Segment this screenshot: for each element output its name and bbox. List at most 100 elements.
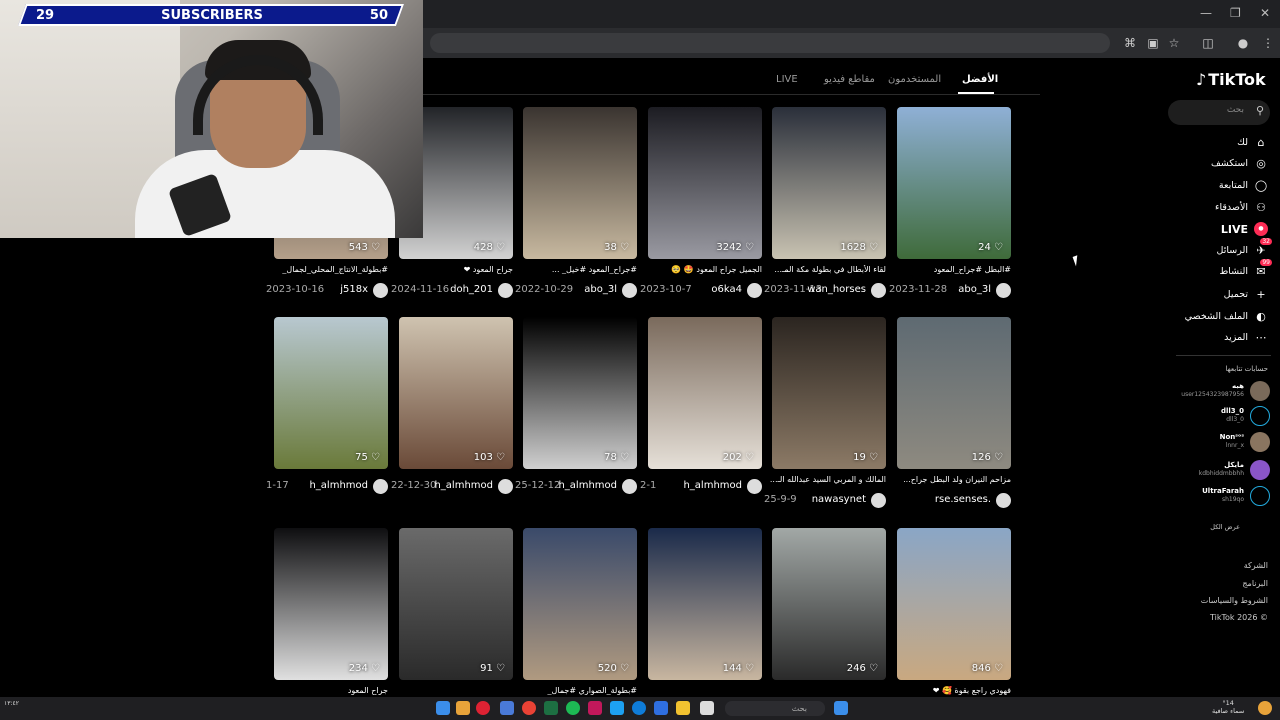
video-caption[interactable]: #جراح_المعود #خيل_ ... [519, 265, 637, 274]
minimize-icon[interactable]: — [1200, 6, 1212, 20]
video-thumbnail[interactable]: 126 ♡ [897, 317, 1011, 469]
tab-live[interactable]: LIVE [776, 74, 798, 85]
video-thumbnail[interactable]: 91 ♡ [399, 528, 513, 680]
video-author[interactable]: o6ka4 [711, 284, 742, 295]
tab-videos[interactable]: مقاطع فيديو [824, 74, 875, 85]
video-author[interactable]: nawasynet [812, 494, 866, 505]
video-author[interactable]: h_almhmod [434, 480, 493, 491]
show-all-link[interactable]: عرض الكل [1210, 523, 1240, 531]
footer-program[interactable]: البرنامج [1242, 579, 1268, 588]
taskbar-spotify-icon[interactable] [566, 701, 580, 715]
video-thumbnail[interactable]: 38 ♡ [523, 107, 637, 259]
avatar[interactable] [996, 283, 1011, 298]
sidebar-item-messages[interactable]: الرسائل ✈ 32 [1170, 238, 1272, 261]
sidebar-item-more[interactable]: المزيد ⋯ [1170, 330, 1270, 348]
restore-icon[interactable]: ❐ [1230, 6, 1241, 20]
video-caption[interactable]: مزاحم النيران ولد البطل جراح... [893, 475, 1011, 484]
weather-widget[interactable]: °14 سماء صافية [1212, 699, 1244, 715]
avatar[interactable] [871, 493, 886, 508]
following-account[interactable]: مايكل kdbhiddmbbhh [1152, 459, 1272, 481]
address-bar[interactable] [430, 33, 1110, 53]
video-author[interactable]: h_almhmod [558, 480, 617, 491]
video-caption[interactable]: #البطل #جراح_المعود [893, 265, 1011, 274]
video-thumbnail[interactable]: 3242 ♡ [648, 107, 762, 259]
sidebar-item-upload[interactable]: تحميل + [1170, 287, 1270, 305]
avatar[interactable] [373, 479, 388, 494]
avatar[interactable] [996, 493, 1011, 508]
sidebar-item-following[interactable]: المتابعة ◯ [1170, 178, 1270, 196]
video-caption[interactable]: المالك و المربي السيد عبدالله الـ... [768, 475, 886, 484]
video-caption[interactable]: #بطولة_الانتاج_المحلي_لجمال_ [270, 265, 388, 274]
taskbar-start-icon[interactable] [436, 701, 450, 715]
video-author[interactable]: abo_3l [958, 284, 991, 295]
video-thumbnail[interactable]: 78 ♡ [523, 317, 637, 469]
following-account[interactable]: dll3_0 dll3_0 [1152, 405, 1272, 427]
video-thumbnail[interactable]: 75 ♡ [274, 317, 388, 469]
taskbar-app-icon[interactable] [476, 701, 490, 715]
avatar[interactable] [747, 283, 762, 298]
taskbar-app-icon[interactable] [610, 701, 624, 715]
close-icon[interactable]: ✕ [1260, 6, 1270, 20]
avatar[interactable] [622, 283, 637, 298]
following-account[interactable]: هبه user1254323987956 [1152, 380, 1272, 402]
profile-avatar-icon[interactable]: ● [1235, 35, 1251, 51]
taskbar-app-icon[interactable] [456, 701, 470, 715]
taskbar-app-icon[interactable] [588, 701, 602, 715]
search-icon[interactable]: ⚲ [1256, 104, 1264, 117]
avatar[interactable] [498, 479, 513, 494]
video-thumbnail[interactable]: 520 ♡ [523, 528, 637, 680]
video-author[interactable]: wan_horses [807, 284, 866, 295]
sidebar-item-compass[interactable]: استكشف ◎ [1170, 156, 1270, 174]
footer-terms[interactable]: الشروط والسياسات [1201, 596, 1268, 605]
translate-icon[interactable]: ⌘ [1122, 35, 1138, 51]
avatar[interactable] [871, 283, 886, 298]
video-caption[interactable]: فهودي راجع بقوة 🥰 ❤ [893, 686, 1011, 695]
footer-company[interactable]: الشركة [1244, 561, 1268, 570]
video-thumbnail[interactable]: 1628 ♡ [772, 107, 886, 259]
avatar[interactable] [373, 283, 388, 298]
video-caption[interactable]: لقاء الأبطال في بطولة مكة المـ... [768, 265, 886, 274]
video-caption[interactable]: #بطولة_الصواري #جمال_ [519, 686, 638, 695]
tab-top[interactable]: الأفضل [962, 74, 998, 85]
video-author[interactable]: abo_3l [584, 284, 617, 295]
avatar[interactable] [498, 283, 513, 298]
cast-icon[interactable]: ▣ [1145, 35, 1161, 51]
video-caption[interactable]: جراح المعود [270, 686, 388, 695]
taskbar-chrome-icon[interactable] [522, 701, 536, 715]
avatar[interactable] [622, 479, 637, 494]
sidebar-item-profile[interactable]: الملف الشخصي ◐ [1170, 309, 1270, 327]
video-thumbnail[interactable]: 202 ♡ [648, 317, 762, 469]
video-author[interactable]: rse.senses. [935, 494, 991, 505]
menu-kebab-icon[interactable]: ⋮ [1260, 35, 1276, 51]
video-author[interactable]: doh_201 [450, 284, 493, 295]
video-thumbnail[interactable]: 846 ♡ [897, 528, 1011, 680]
taskbar-app-icon[interactable] [654, 701, 668, 715]
video-author[interactable]: j518x [340, 284, 368, 295]
video-thumbnail[interactable]: 234 ♡ [274, 528, 388, 680]
video-thumbnail[interactable]: 103 ♡ [399, 317, 513, 469]
taskbar-explorer-icon[interactable] [676, 701, 690, 715]
video-thumbnail[interactable]: 24 ♡ [897, 107, 1011, 259]
sidebar-item-live[interactable]: LIVE ● [1170, 221, 1270, 239]
taskbar-app-icon[interactable] [500, 701, 514, 715]
following-account[interactable]: Nonˢᵒˢ lnnr_x [1152, 431, 1272, 453]
windows-start-icon[interactable] [834, 701, 848, 715]
search-input[interactable]: بحث ⚲ [1168, 100, 1270, 125]
video-thumbnail[interactable]: 246 ♡ [772, 528, 886, 680]
sidebar-item-friends[interactable]: الأصدقاء ⚇ [1170, 200, 1270, 218]
taskbar-search[interactable]: بحث [725, 701, 825, 716]
taskbar-app-icon[interactable] [700, 701, 714, 715]
video-caption[interactable]: الجميل جراح المعود 🤩 🥺 [644, 265, 762, 274]
sidebar-item-home[interactable]: لك ⌂ [1170, 135, 1270, 153]
extensions-icon[interactable]: ◫ [1200, 35, 1216, 51]
avatar[interactable] [747, 479, 762, 494]
video-thumbnail[interactable]: 144 ♡ [648, 528, 762, 680]
following-account[interactable]: UltraFarah sh19qo [1152, 485, 1272, 507]
taskbar-edge-icon[interactable] [632, 701, 646, 715]
tiktok-logo[interactable]: ♪ TikTok [1196, 70, 1266, 89]
bookmark-star-icon[interactable]: ☆ [1166, 35, 1182, 51]
video-caption[interactable]: جراح المعود ❤ [395, 265, 513, 274]
video-author[interactable]: h_almhmod [309, 480, 368, 491]
video-author[interactable]: h_almhmod [683, 480, 742, 491]
taskbar-excel-icon[interactable] [544, 701, 558, 715]
